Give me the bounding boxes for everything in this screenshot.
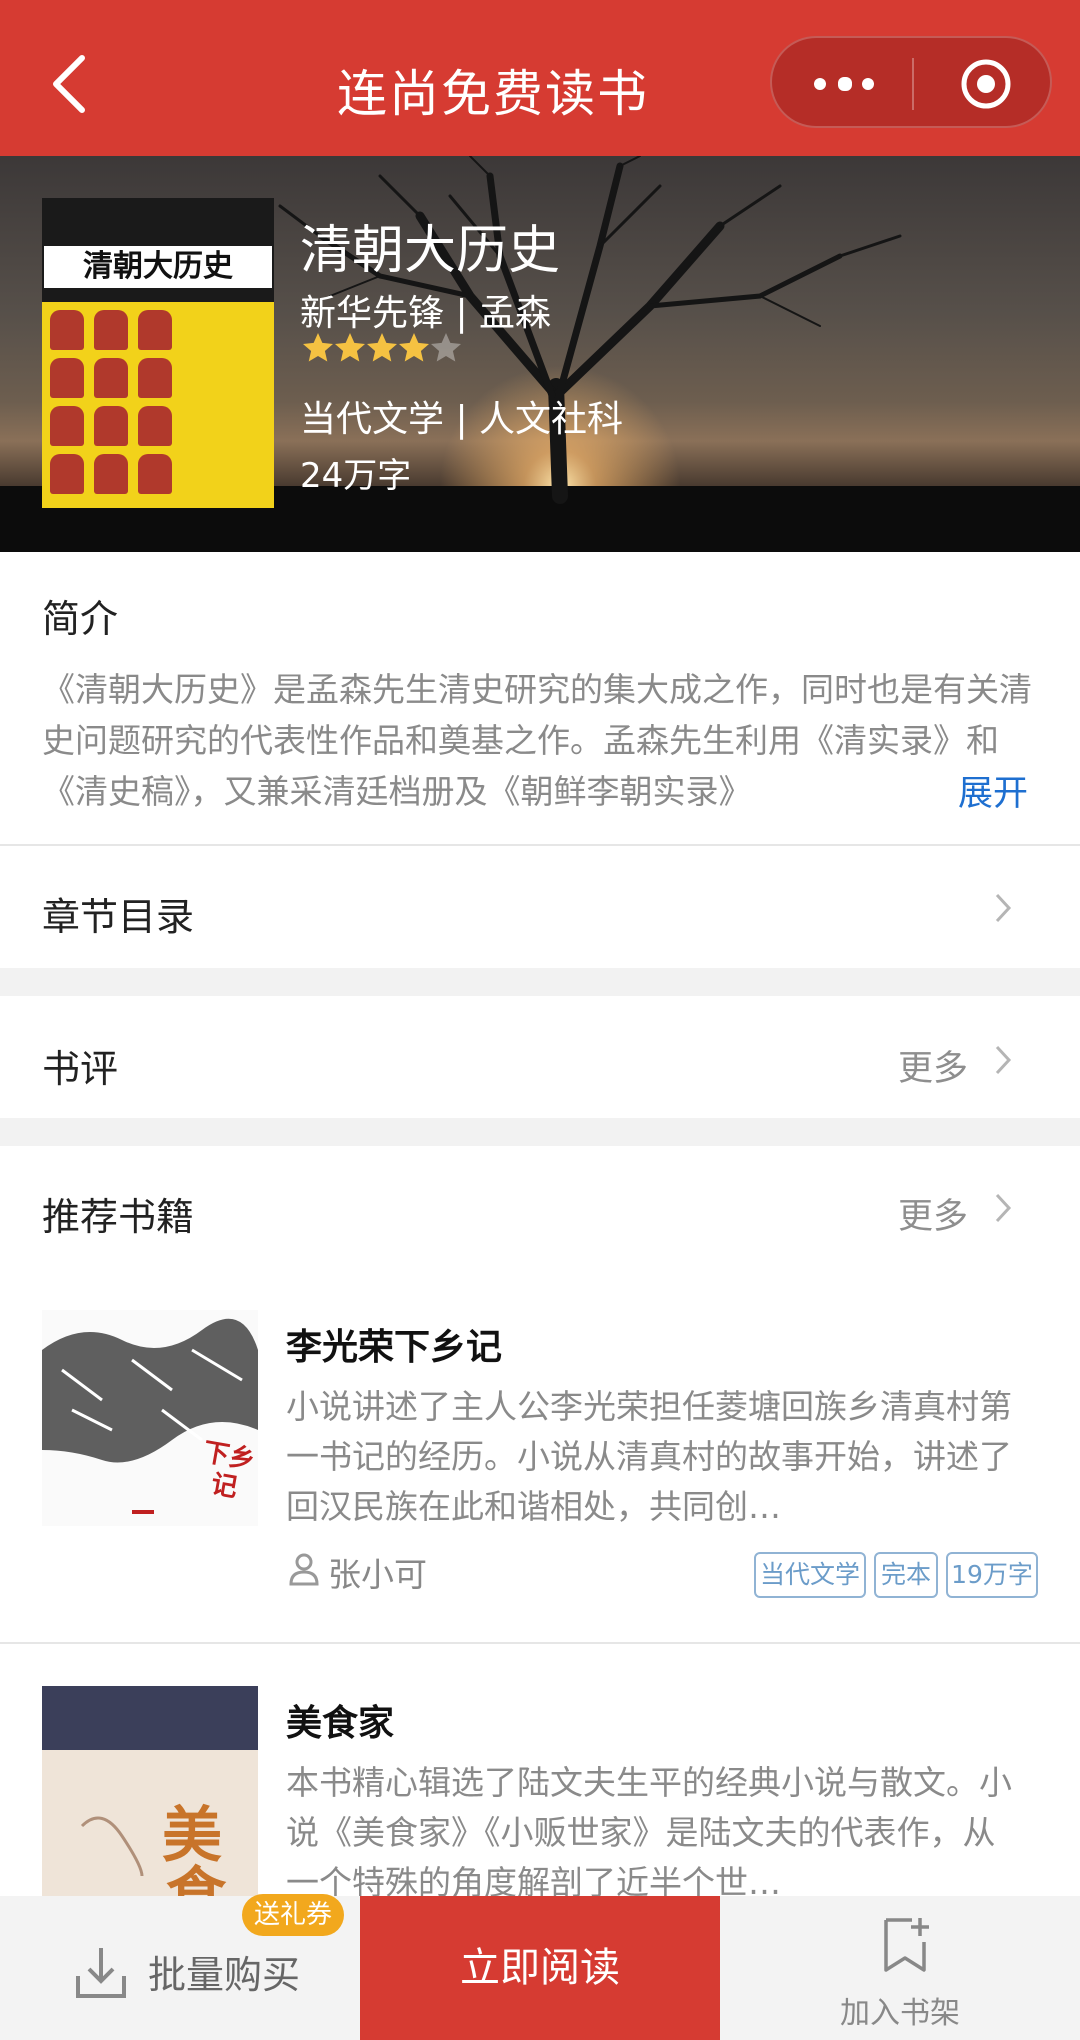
star-filled-icon [367,333,397,362]
download-icon [76,1948,126,1998]
svg-text:食: 食 [166,1861,227,1896]
recommended-book-author: 张小可 [328,1555,427,1594]
book-author: 新华先锋 | 孟森 [300,293,552,334]
recommended-book-cover: 下乡 记 [42,1310,258,1526]
add-to-shelf-label: 加入书架 [840,1996,960,2031]
recommend-more-link[interactable]: 更多 [898,1188,968,1239]
intro-heading: 简介 [42,597,119,641]
recommended-book-title: 美食家 [286,1703,395,1744]
more-dots-icon[interactable] [814,72,874,96]
section-gap [0,968,1080,996]
chevron-right-icon [995,1193,1012,1223]
expand-intro-link[interactable]: 展开 [958,768,1080,820]
star-filled-icon [303,333,333,362]
recommended-book-title: 李光荣下乡记 [286,1327,503,1368]
read-now-button[interactable]: 立即阅读 [360,1896,720,2040]
close-miniapp-icon[interactable] [960,58,1012,110]
recommended-book-description: 小说讲述了主人公李光荣担任菱塘回族乡清真村第一书记的经历。小说从清真村的故事开始… [286,1387,1012,1526]
intro-text: 《清朝大历史》是孟森先生清史研究的集大成之作，同时也是有关清史问题研究的代表性作… [42,670,1032,811]
book-tag: 19万字 [946,1552,1038,1598]
star-empty-icon [431,333,461,362]
cover-title: 清朝大历史 [44,246,272,288]
recommend-heading: 推荐书籍 [42,1195,195,1239]
book-tag: 当代文学 [754,1552,866,1598]
author-user-icon [289,1553,319,1586]
chapter-list-row[interactable]: 章节目录 [0,846,1080,968]
chevron-right-icon [995,1045,1012,1075]
capsule-divider [912,58,914,110]
batch-buy-label: 批量购买 [148,1953,301,1997]
recommended-book-description: 本书精心辑选了陆文夫生平的经典小说与散文。小说《美食家》《小贩世家》是陆文夫的代… [286,1763,1012,1896]
book-cover: 清朝大历史 [42,198,274,508]
recommended-book-cover: 美 食 [42,1686,258,1896]
book-tag: 完本 [874,1552,938,1598]
book-header: 清朝大历史 清朝大历史 新华先锋 | 孟森 当代文学 | 人文社科 24万字 [0,156,1080,552]
recommended-book-item[interactable]: 美 食 美食家 本书精心辑选了陆文夫生平的经典小说与散文。小说《美食家》《小贩世… [0,1660,1080,1896]
svg-text:记: 记 [209,1469,240,1503]
gift-coupon-badge: 送礼券 [242,1894,345,1936]
section-gap [0,1118,1080,1146]
chevron-right-icon [995,893,1012,923]
star-filled-icon [335,333,365,362]
divider [0,1642,1080,1644]
book-category: 当代文学 | 人文社科 [300,399,624,440]
bookmark-add-icon [884,1918,929,1972]
reviews-row[interactable]: 书评 更多 [0,996,1080,1118]
chapter-list-label: 章节目录 [42,895,195,939]
rating-stars [300,330,461,370]
reviews-label: 书评 [42,1047,119,1091]
star-filled-icon [399,333,429,362]
reviews-more-link[interactable]: 更多 [898,1040,968,1091]
book-word-count: 24万字 [300,456,412,496]
add-to-shelf-button[interactable]: 加入书架 [720,1896,1080,2040]
book-title: 清朝大历史 [300,221,561,281]
recommended-book-item[interactable]: 下乡 记 李光荣下乡记 小说讲述了主人公李光荣担任菱塘回族乡清真村第一书记的经历… [0,1284,1080,1644]
bottom-action-bar: 批量购买 送礼券 立即阅读 加入书架 [0,1894,1080,2040]
miniapp-capsule [770,36,1052,128]
top-nav-bar: 连尚免费读书 [0,0,1080,156]
batch-buy-button[interactable]: 批量购买 送礼券 [0,1894,360,2040]
